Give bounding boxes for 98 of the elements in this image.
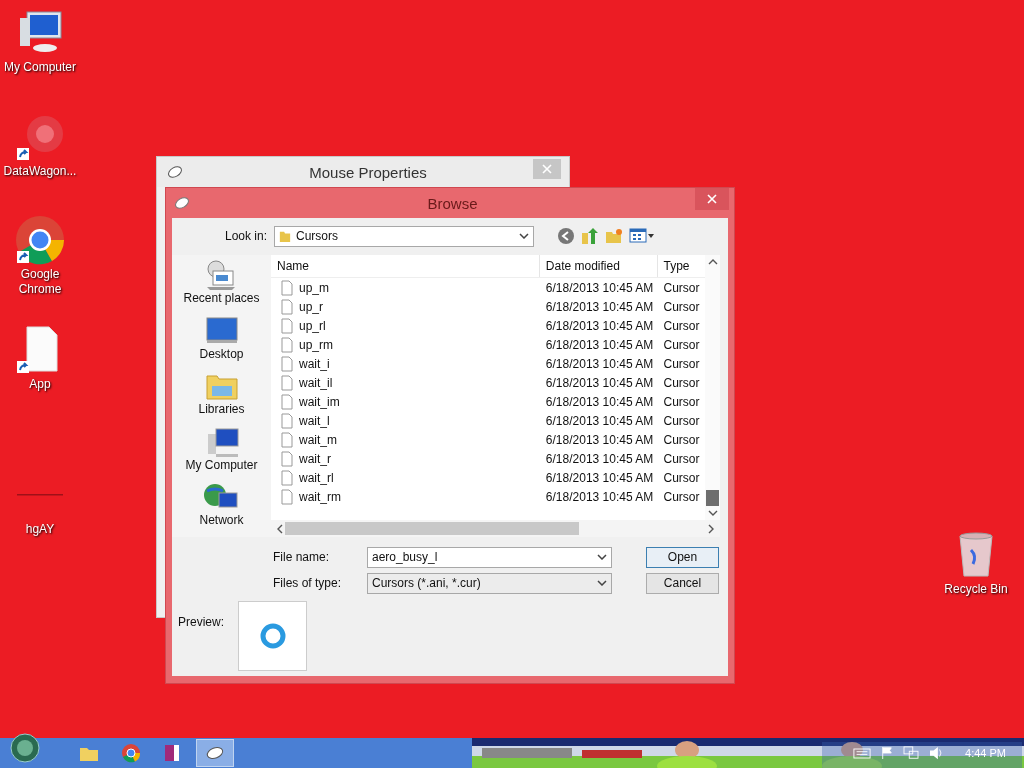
- table-cell-text: Cursor: [662, 412, 701, 430]
- flag-icon[interactable]: [881, 746, 894, 760]
- table-cell-text: 6/18/2013 10:45 AM: [544, 374, 655, 392]
- file-name[interactable]: up_r: [299, 299, 324, 314]
- table-cell-text: 6/18/2013 10:45 AM: [544, 450, 655, 468]
- desktop-icon-label[interactable]: Google Chrome: [0, 267, 80, 297]
- file-name[interactable]: wait_r: [299, 451, 331, 466]
- file-name[interactable]: wait_rl: [299, 470, 334, 485]
- look-in-dropdown[interactable]: Cursors: [274, 225, 535, 247]
- file-icon: [281, 412, 293, 429]
- desktop-icon-label[interactable]: hgAY: [25, 522, 55, 537]
- table-cell-text: 6/18/2013 10:45 AM: [544, 469, 655, 487]
- table-cell-text: Cursor: [662, 431, 701, 449]
- table-cell-text: Cursor: [662, 298, 701, 316]
- places-item[interactable]: Network: [199, 481, 244, 537]
- file-name[interactable]: up_m: [299, 280, 330, 295]
- chrome-icon[interactable]: [15, 215, 65, 265]
- close-icon: [707, 194, 717, 204]
- table-cell-text: Cursor: [662, 317, 701, 335]
- file-name[interactable]: wait_rm: [299, 489, 341, 504]
- file-name[interactable]: up_rm: [299, 337, 333, 352]
- network-icon[interactable]: [903, 746, 920, 760]
- new-folder-icon[interactable]: [605, 227, 624, 245]
- open-button[interactable]: Open: [646, 546, 719, 568]
- close-button[interactable]: [533, 159, 561, 179]
- file-name-field[interactable]: aero_busy_l: [367, 546, 612, 568]
- cancel-button[interactable]: Cancel: [646, 572, 719, 594]
- file-icon: [281, 374, 293, 391]
- places-item[interactable]: Libraries: [198, 370, 245, 426]
- table-cell-text: Cursor: [662, 355, 701, 373]
- table-cell-text: 6/18/2013 10:45 AM: [544, 488, 655, 506]
- preview-label: Preview:: [178, 615, 225, 631]
- file-name[interactable]: wait_il: [299, 375, 333, 390]
- file-icon: [281, 450, 293, 467]
- file-icon: [281, 336, 293, 353]
- file-name[interactable]: wait_l: [299, 413, 330, 428]
- file-icon: [281, 317, 293, 334]
- mouse-icon[interactable]: [196, 739, 234, 767]
- places-item[interactable]: My Computer: [185, 425, 258, 482]
- keyboard-icon[interactable]: [853, 747, 872, 759]
- window-title: Mouse Properties: [308, 163, 428, 181]
- table-cell-text: 6/18/2013 10:45 AM: [544, 393, 655, 411]
- table-cell-text: Cursor: [662, 469, 701, 487]
- dialog-title: Browse: [426, 194, 479, 212]
- scroll-thumb[interactable]: [706, 490, 719, 506]
- file-name[interactable]: wait_i: [299, 356, 330, 371]
- file-icon: [281, 488, 293, 505]
- mouse-icon: [167, 166, 183, 178]
- table-cell-text: Cursor: [662, 393, 701, 411]
- file-name-label: File name:: [272, 550, 331, 564]
- desktop-icon-label[interactable]: App: [29, 377, 51, 392]
- close-button[interactable]: [695, 188, 729, 210]
- table-cell-text: Cursor: [662, 279, 701, 297]
- column-header[interactable]: Name: [271, 255, 540, 277]
- file-type-dropdown[interactable]: Cursors (*.ani, *.cur): [367, 572, 612, 594]
- up-folder-icon[interactable]: [581, 227, 600, 245]
- table-cell-text: 6/18/2013 10:45 AM: [544, 412, 655, 430]
- chevron-icon: [519, 233, 530, 239]
- close-icon: [542, 164, 552, 174]
- chevron-icon: [597, 554, 607, 560]
- column-header[interactable]: Type: [657, 255, 705, 277]
- busy-ring-icon: [258, 622, 287, 650]
- vertical-scrollbar[interactable]: [705, 255, 720, 520]
- mouse-icon: [174, 197, 190, 209]
- table-cell-text: Cursor: [662, 488, 701, 506]
- scroll-thumb[interactable]: [285, 522, 579, 535]
- desktop-icon-label[interactable]: My Computer: [4, 60, 76, 75]
- back-icon[interactable]: [557, 227, 576, 245]
- table-cell-text: 6/18/2013 10:45 AM: [544, 317, 655, 335]
- view-menu-icon[interactable]: [629, 228, 656, 244]
- look-in-label: Look in:: [225, 229, 268, 243]
- horizontal-scrollbar[interactable]: [271, 520, 720, 537]
- table-cell-text: 6/18/2013 10:45 AM: [544, 336, 655, 354]
- desktop-icon-label[interactable]: Recycle Bin: [944, 582, 1008, 597]
- table-cell-text: Cursor: [662, 336, 701, 354]
- file-name[interactable]: up_rl: [299, 318, 326, 333]
- file-icon: [281, 469, 293, 486]
- file-type-label: Files of type:: [272, 576, 343, 590]
- column-header[interactable]: Date modified: [539, 255, 658, 277]
- table-cell-text: 6/18/2013 10:45 AM: [544, 298, 655, 316]
- file-icon: [281, 431, 293, 448]
- folder-icon: [279, 229, 292, 243]
- file-name[interactable]: wait_m: [299, 432, 337, 447]
- table-cell-text: Cursor: [662, 450, 701, 468]
- file-name[interactable]: wait_im: [299, 394, 340, 409]
- file-icon: [281, 393, 293, 410]
- table-cell-text: 6/18/2013 10:45 AM: [544, 355, 655, 373]
- file-icon: [281, 355, 293, 372]
- file-icon: [281, 298, 293, 315]
- places-item[interactable]: Desktop: [199, 314, 244, 371]
- table-cell-text: 6/18/2013 10:45 AM: [544, 279, 655, 297]
- table-cell-text: Cursor: [662, 374, 701, 392]
- table-cell-text: 6/18/2013 10:45 AM: [544, 431, 655, 449]
- desktop-icon-label[interactable]: DataWagon...: [3, 164, 77, 179]
- file-icon: [281, 279, 293, 296]
- chevron-icon: [597, 580, 607, 586]
- places-item[interactable]: Recent places: [183, 259, 260, 315]
- start-orb-icon[interactable]: [10, 733, 40, 763]
